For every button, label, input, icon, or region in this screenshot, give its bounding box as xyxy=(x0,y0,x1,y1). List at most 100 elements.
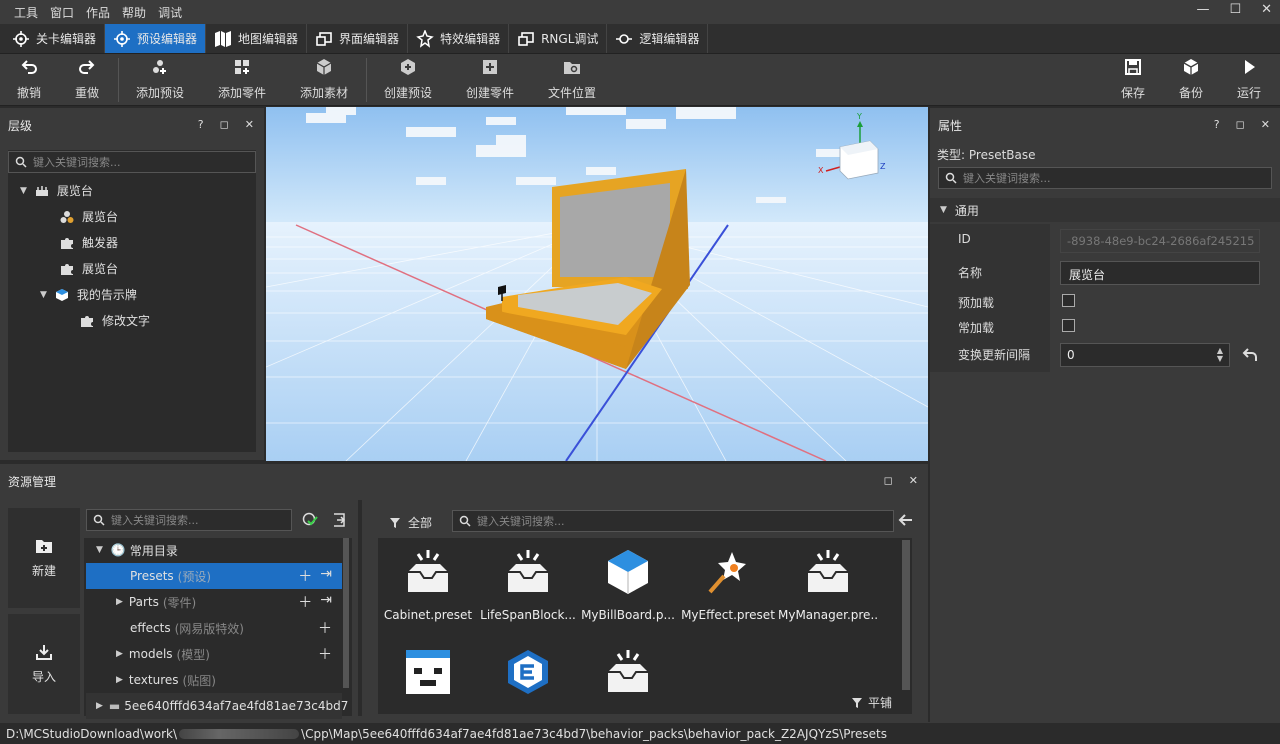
content-search-input[interactable]: 键入关键词搜索... xyxy=(452,510,894,532)
collapse-all-icon[interactable] xyxy=(331,512,347,528)
asset-item[interactable]: MyManager.pre... xyxy=(778,548,878,622)
collapse-all-icon[interactable]: ⇥ xyxy=(320,592,332,612)
close-panel-button[interactable]: ✕ xyxy=(909,474,918,487)
interval-value: 0 xyxy=(1067,348,1075,362)
folder-textures[interactable]: ▶ textures (贴图) xyxy=(86,667,342,693)
asset-item[interactable] xyxy=(478,648,578,708)
folder-project[interactable]: ▶ ▬ 5ee640fffd634af7ae4fd81ae73c4bd7 xyxy=(86,693,348,719)
search-placeholder: 键入关键词搜索... xyxy=(963,172,1051,185)
menu-works[interactable]: 作品 xyxy=(86,4,110,21)
tab-level-editor[interactable]: 关卡编辑器 xyxy=(4,24,106,53)
tab-preset-editor[interactable]: 预设编辑器 xyxy=(105,24,207,53)
filter-dropdown[interactable]: 全部 xyxy=(390,514,432,531)
asset-item[interactable]: LifeSpanBlock... xyxy=(478,548,578,622)
asset-item[interactable] xyxy=(378,648,478,708)
asset-item[interactable]: MyEffect.preset xyxy=(678,548,778,622)
add-preset-button[interactable]: 添加预设 xyxy=(136,58,184,101)
help-button[interactable]: ? xyxy=(198,118,204,131)
add-asset-button[interactable]: 添加素材 xyxy=(300,58,348,101)
name-input[interactable]: 展览台 xyxy=(1060,261,1260,285)
tree-scrollbar[interactable] xyxy=(343,538,349,688)
folder-label: 5ee640fffd634af7ae4fd81ae73c4bd7 xyxy=(124,699,349,713)
scene-viewport[interactable]: Y X Z xyxy=(266,107,928,461)
back-arrow-icon[interactable] xyxy=(898,512,914,528)
tab-ui-editor[interactable]: 界面编辑器 xyxy=(307,24,409,53)
hierarchy-search-input[interactable]: 键入关键词搜索... xyxy=(8,151,256,173)
properties-title: 属性 xyxy=(938,118,963,133)
tree-node[interactable]: 展览台 xyxy=(60,208,118,225)
folder-parts[interactable]: ▶ Parts (零件) ＋ ⇥ xyxy=(86,589,342,615)
tree-node[interactable]: 展览台 xyxy=(60,260,118,277)
menu-help[interactable]: 帮助 xyxy=(122,4,146,21)
asset-item[interactable]: MyBillBoard.p... xyxy=(578,548,678,622)
menu-tools[interactable]: 工具 xyxy=(14,4,38,21)
tab-rngl-debug[interactable]: RNGL调试 xyxy=(509,24,608,53)
cube-icon xyxy=(608,550,648,594)
face-icon xyxy=(406,650,450,694)
close-panel-button[interactable]: ✕ xyxy=(245,118,254,131)
view-mode-dropdown[interactable]: 平铺 xyxy=(852,694,892,711)
filter-check-icon[interactable] xyxy=(302,512,318,528)
tree-node[interactable]: ▼ 我的告示牌 xyxy=(40,286,137,303)
reset-icon[interactable] xyxy=(1242,347,1258,363)
maximize-button[interactable]: ☐ xyxy=(1229,2,1241,17)
file-location-button[interactable]: 文件位置 xyxy=(548,58,596,101)
close-panel-button[interactable]: ✕ xyxy=(1261,118,1270,131)
backup-button[interactable]: 备份 xyxy=(1179,58,1203,101)
redo-button[interactable]: 重做 xyxy=(75,58,99,101)
preload-checkbox[interactable] xyxy=(1062,294,1075,307)
folder-search-input[interactable]: 键入关键词搜索... xyxy=(86,509,292,531)
menu-window[interactable]: 窗口 xyxy=(50,4,74,21)
sparkle-icon xyxy=(416,29,434,48)
folder-favorites[interactable]: ▼ 🕒 常用目录 xyxy=(86,537,342,563)
interval-spinbox[interactable]: 0 ▲ ▼ xyxy=(1060,343,1230,367)
tab-logic-editor[interactable]: 逻辑编辑器 xyxy=(607,24,709,53)
float-button[interactable]: ◻ xyxy=(220,118,229,131)
section-general[interactable]: ▼ 通用 xyxy=(930,198,1280,222)
grid-scrollbar[interactable] xyxy=(902,540,910,690)
gizmo-x-label: X xyxy=(818,166,824,175)
expand-arrow-icon[interactable]: ▼ xyxy=(40,290,47,300)
tree-node[interactable]: 触发器 xyxy=(60,234,118,251)
properties-search-input[interactable]: 键入关键词搜索... xyxy=(938,167,1272,189)
close-button[interactable]: ✕ xyxy=(1261,2,1272,17)
tab-label: 预设编辑器 xyxy=(137,32,198,46)
splitter-handle[interactable] xyxy=(358,500,362,716)
minimize-button[interactable]: — xyxy=(1196,2,1209,17)
folder-models[interactable]: ▶ models (模型) ＋ xyxy=(86,641,342,667)
search-placeholder: 键入关键词搜索... xyxy=(477,515,565,528)
asset-item[interactable]: Cabinet.preset xyxy=(378,548,478,622)
add-part-button[interactable]: 添加零件 xyxy=(218,58,266,101)
tab-map-editor[interactable]: 地图编辑器 xyxy=(206,24,308,53)
tree-node-root[interactable]: ▼ 展览台 xyxy=(20,182,93,199)
tree-node[interactable]: 修改文字 xyxy=(80,312,150,329)
add-icon[interactable]: ＋ xyxy=(298,592,312,612)
folder-presets[interactable]: Presets (预设) ＋ ⇥ xyxy=(86,563,342,589)
folder-effects[interactable]: effects (网易版特效) ＋ xyxy=(86,615,342,641)
collapse-all-icon[interactable]: ⇥ xyxy=(320,566,332,586)
create-part-button[interactable]: 创建零件 xyxy=(466,58,514,101)
menu-debug[interactable]: 调试 xyxy=(158,4,182,21)
asset-item[interactable] xyxy=(578,648,678,708)
import-button[interactable]: 导入 xyxy=(8,614,80,714)
save-button[interactable]: 保存 xyxy=(1121,58,1145,101)
persistent-checkbox[interactable] xyxy=(1062,319,1075,332)
spin-arrows-icon[interactable]: ▲ ▼ xyxy=(1217,347,1223,363)
create-preset-button[interactable]: 创建预设 xyxy=(384,58,432,101)
tree-node-label: 展览台 xyxy=(82,262,119,276)
new-button[interactable]: 新建 xyxy=(8,508,80,608)
asset-label: MyBillBoard.p... xyxy=(581,608,675,622)
run-button[interactable]: 运行 xyxy=(1237,58,1261,101)
new-button-label: 新建 xyxy=(31,563,56,578)
tab-effect-editor[interactable]: 特效编辑器 xyxy=(408,24,510,53)
float-button[interactable]: ◻ xyxy=(884,474,893,487)
create-part-label: 创建零件 xyxy=(466,86,515,100)
undo-button[interactable]: 撤销 xyxy=(17,58,41,101)
float-button[interactable]: ◻ xyxy=(1236,118,1245,131)
expand-arrow-icon[interactable]: ▼ xyxy=(20,186,27,196)
help-button[interactable]: ? xyxy=(1214,118,1220,131)
type-row: 类型: PresetBase xyxy=(937,146,1036,163)
add-icon[interactable]: ＋ xyxy=(318,618,332,638)
add-icon[interactable]: ＋ xyxy=(298,566,312,586)
add-icon[interactable]: ＋ xyxy=(318,644,332,664)
